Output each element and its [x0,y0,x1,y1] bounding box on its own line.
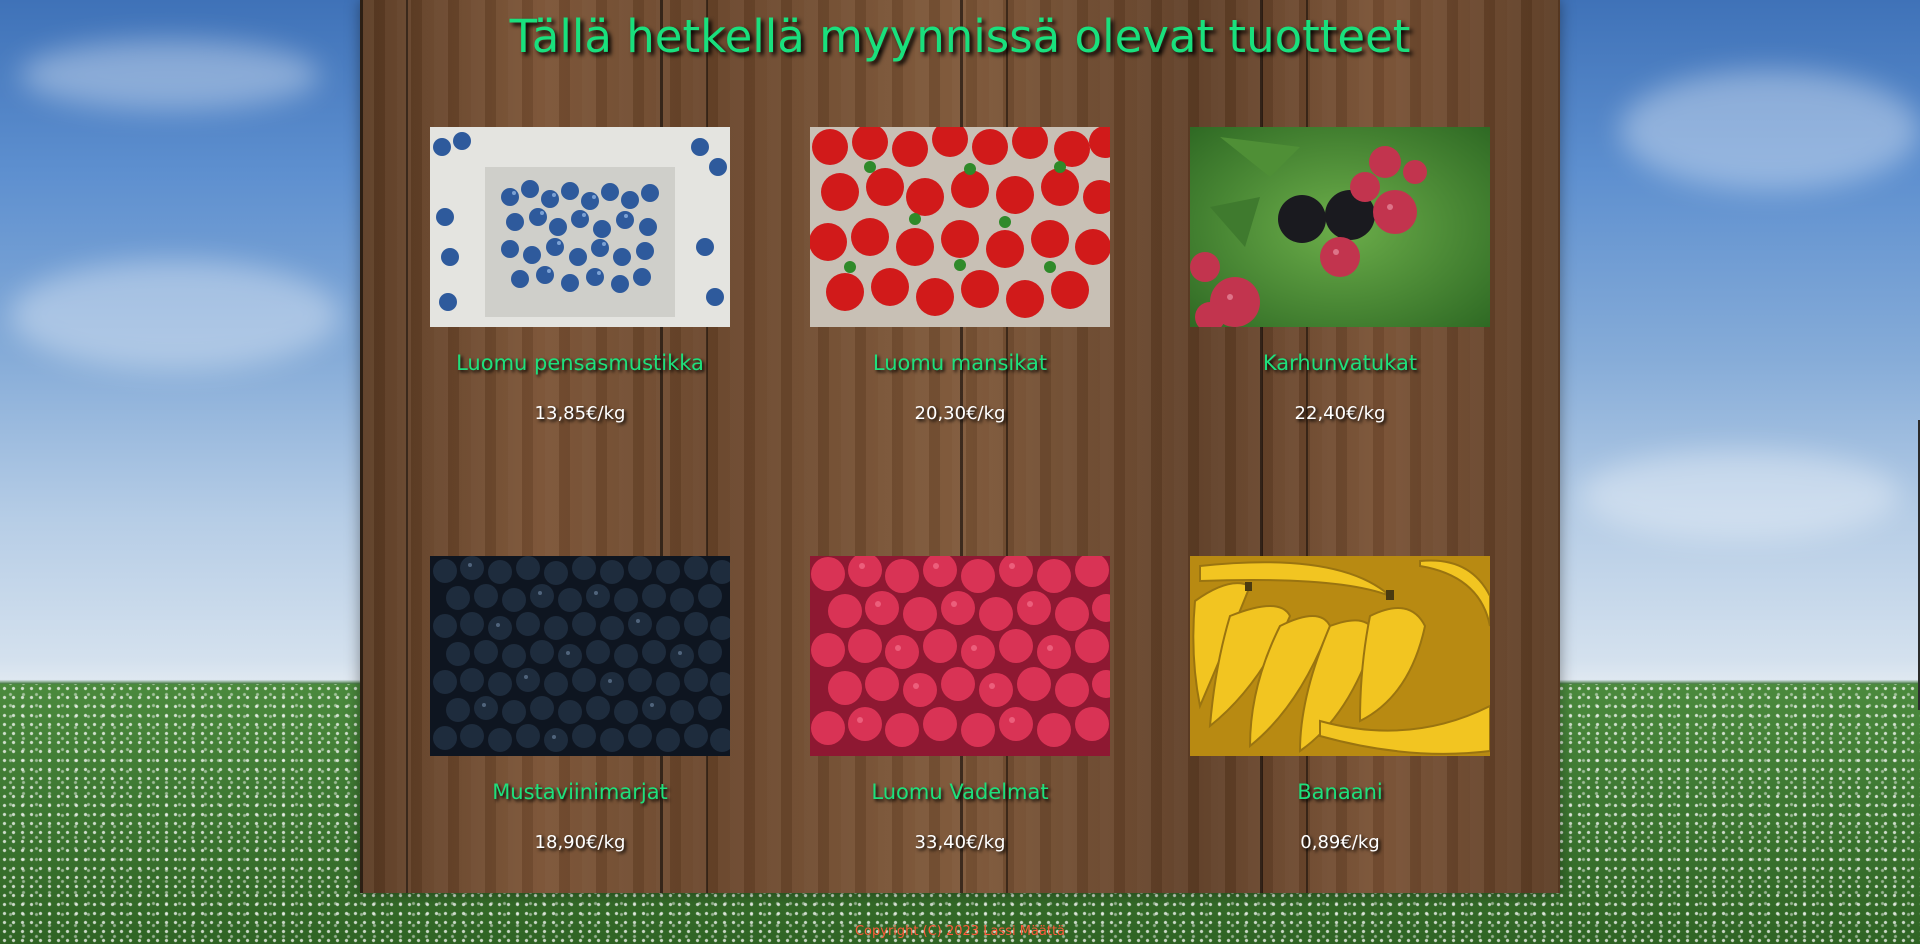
product-price: 33,40€/kg [914,832,1006,853]
product-card[interactable]: Luomu mansikat 20,30€/kg [810,127,1110,424]
page-title: Tällä hetkellä myynnissä olevat tuotteet [509,10,1411,63]
sky-cloud [1580,450,1900,540]
blackberries-photo [1190,127,1490,327]
product-card[interactable]: Luomu Vadelmat 33,40€/kg [810,556,1110,853]
sky-cloud [1620,70,1920,190]
product-price: 22,40€/kg [1294,403,1386,424]
product-name: Mustaviinimarjat [492,780,668,804]
product-name: Karhunvatukat [1262,351,1418,375]
product-price: 0,89€/kg [1300,832,1380,853]
product-card[interactable]: Banaani 0,89€/kg [1190,556,1490,853]
product-card[interactable]: Luomu pensasmustikka 13,85€/kg [430,127,730,424]
product-card[interactable]: Mustaviinimarjat 18,90€/kg [430,556,730,853]
blueberries-photo [430,127,730,327]
product-name: Luomu pensasmustikka [456,351,704,375]
product-name: Banaani [1297,780,1383,804]
wooden-board: Tällä hetkellä myynnissä olevat tuotteet… [360,0,1560,893]
product-price: 20,30€/kg [914,403,1006,424]
product-name: Luomu Vadelmat [871,780,1049,804]
product-name: Luomu mansikat [872,351,1048,375]
strawberries-photo [810,127,1110,327]
product-price: 13,85€/kg [534,403,626,424]
sky-cloud [20,40,320,110]
blackcurrants-photo [430,556,730,756]
bananas-photo [1190,556,1490,756]
sky-cloud [10,260,340,370]
product-card[interactable]: Karhunvatukat 22,40€/kg [1190,127,1490,424]
copyright-footer: Copyright (C) 2023 Lassi Määttä [854,924,1066,939]
raspberries-photo [810,556,1110,756]
product-price: 18,90€/kg [534,832,626,853]
